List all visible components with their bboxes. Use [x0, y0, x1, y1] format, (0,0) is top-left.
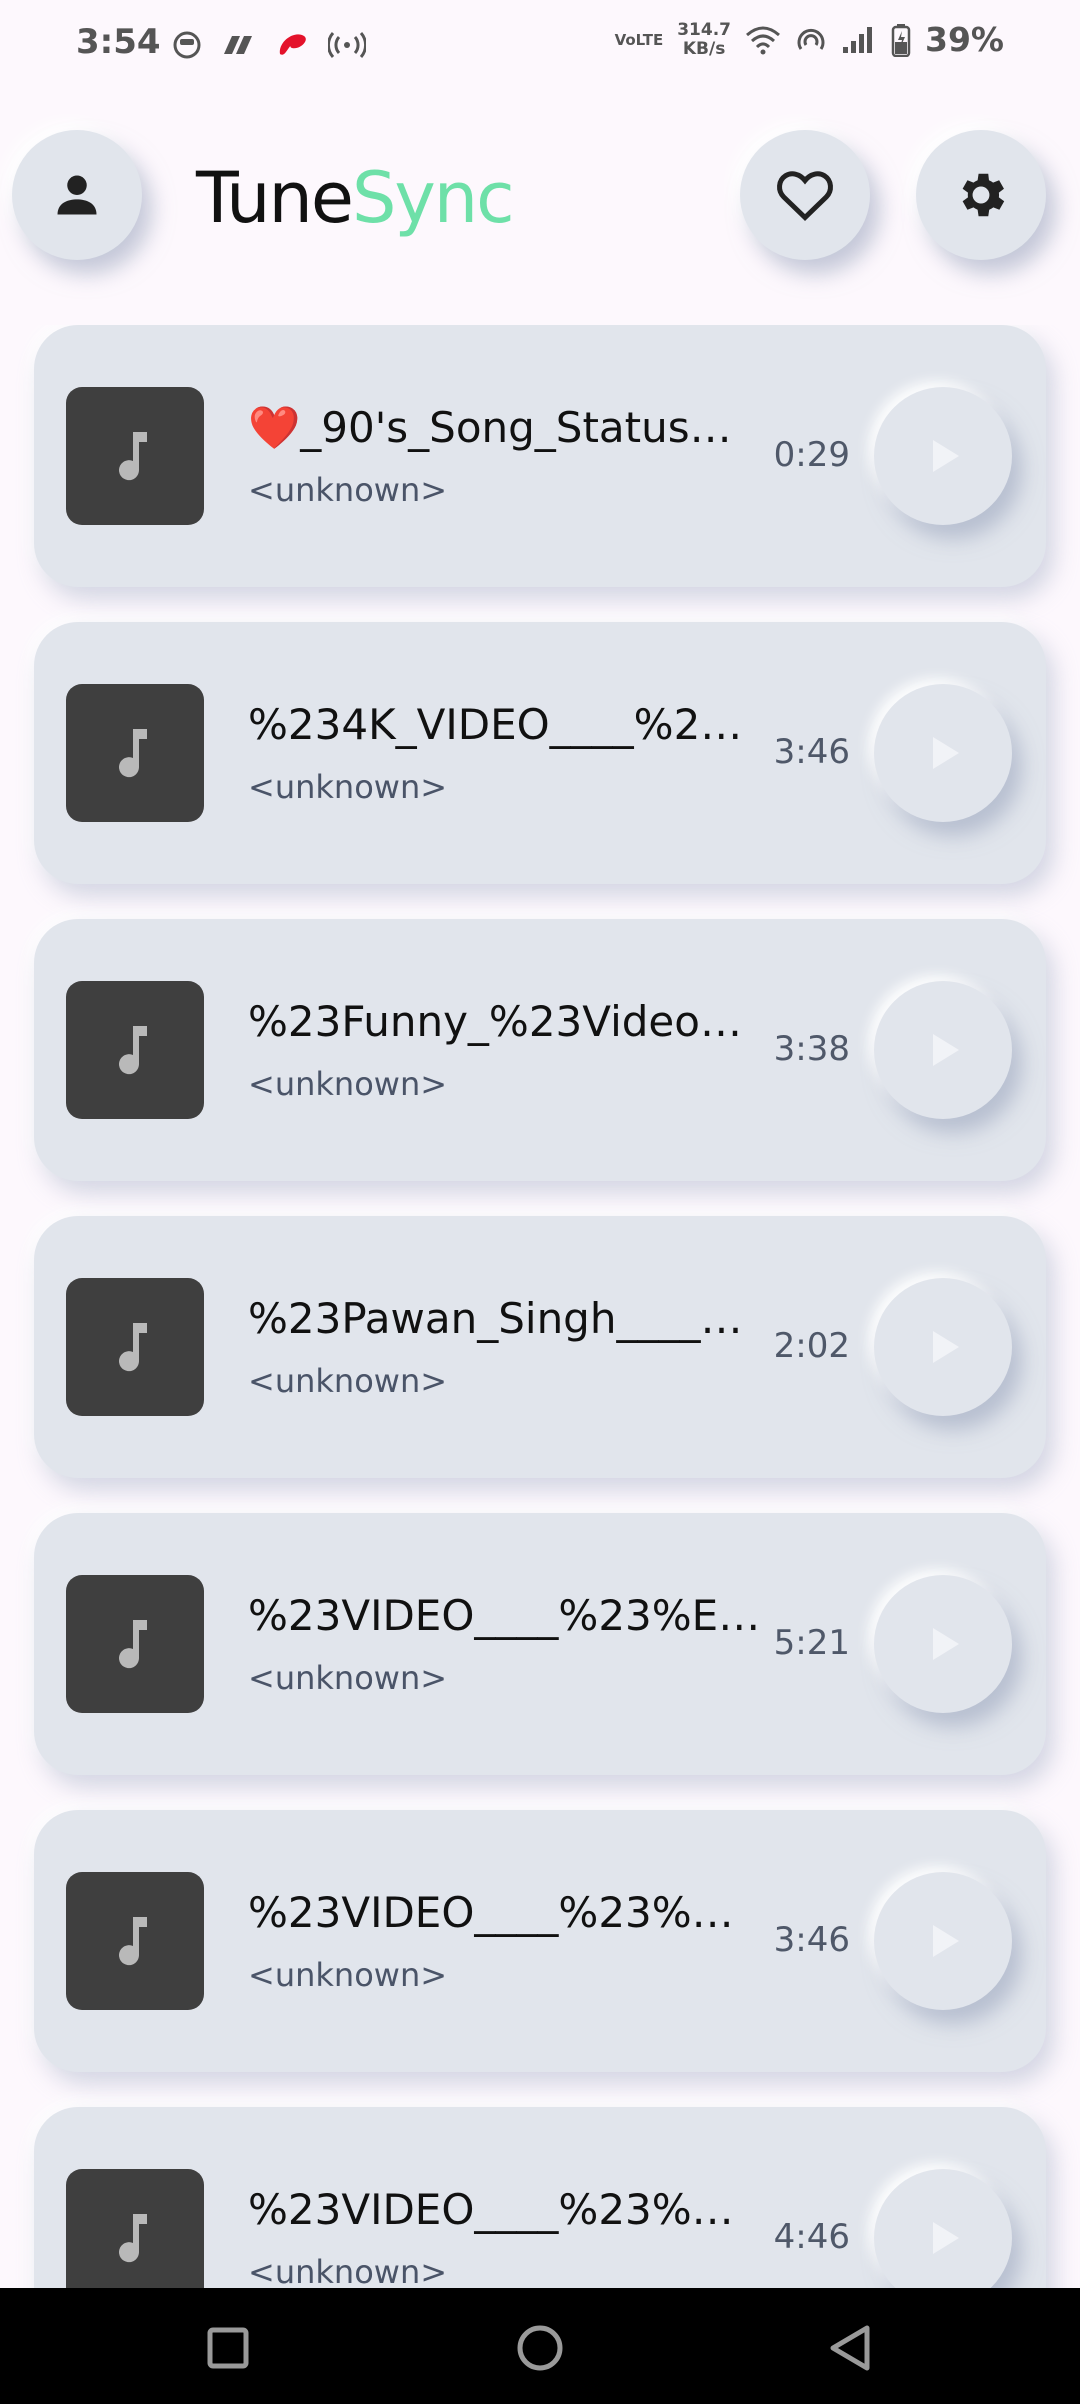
status-bar: 3:54 VoLTE 314.7 KB/s 39% [0, 0, 1080, 90]
song-title: %234K_VIDEO____%2… [248, 700, 743, 749]
song-artist: <unknown> [248, 1065, 448, 1103]
app-title: TuneSync [196, 157, 515, 239]
song-artist: <unknown> [248, 1956, 448, 1994]
song-artist: <unknown> [248, 1659, 448, 1697]
album-art [66, 1278, 204, 1416]
play-icon [933, 737, 959, 769]
music-note-icon [119, 1620, 147, 1669]
music-note-icon [119, 1323, 147, 1372]
music-note-icon [119, 1917, 147, 1966]
album-art [66, 981, 204, 1119]
play-icon [933, 1034, 959, 1066]
battery-percentage: 39% [925, 20, 1004, 59]
settings-button[interactable] [916, 130, 1046, 260]
play-button[interactable] [874, 981, 1012, 1119]
song-duration: 3:46 [773, 732, 850, 772]
play-button[interactable] [874, 1575, 1012, 1713]
recents-button[interactable] [198, 2318, 258, 2378]
song-duration: 3:38 [773, 1029, 850, 1069]
play-icon [933, 1331, 959, 1363]
song-artist: <unknown> [248, 768, 448, 806]
play-icon [933, 1628, 959, 1660]
net-speed-value: 314.7 [677, 19, 731, 40]
song-list[interactable]: ❤️_90's_Song_Status… <unknown> 0:29 %234… [0, 325, 1080, 2289]
song-artist: <unknown> [248, 2253, 448, 2289]
song-artist: <unknown> [248, 471, 448, 509]
play-button[interactable] [874, 1278, 1012, 1416]
net-speed-unit: KB/s [682, 38, 726, 59]
net-speed: 314.7 KB/s [677, 19, 731, 59]
song-card[interactable]: ❤️_90's_Song_Status… <unknown> 0:29 [34, 325, 1046, 587]
play-button[interactable] [874, 684, 1012, 822]
album-art [66, 1872, 204, 2010]
status-right: VoLTE 314.7 KB/s 39% [615, 20, 1004, 59]
music-note-icon [119, 1026, 147, 1075]
song-card[interactable]: %23VIDEO____%23%… <unknown> 4:46 [34, 2107, 1046, 2289]
favorites-button[interactable] [740, 130, 870, 260]
heart-icon [777, 171, 833, 221]
song-card[interactable]: %234K_VIDEO____%2… <unknown> 3:46 [34, 622, 1046, 884]
back-icon [830, 2325, 870, 2371]
song-artist: <unknown> [248, 1362, 448, 1400]
play-button[interactable] [874, 1872, 1012, 2010]
album-art [66, 2169, 204, 2289]
app-title-part2: Sync [351, 157, 515, 239]
song-title: %23VIDEO____%23%… [248, 1888, 734, 1937]
data-saver-icon [797, 28, 825, 50]
song-title: %23Pawan_Singh____… [248, 1294, 743, 1343]
music-note-icon [119, 432, 147, 481]
app-title-part1: Tune [196, 157, 354, 239]
face-icon [173, 31, 201, 59]
song-duration: 4:46 [773, 2217, 850, 2257]
home-button[interactable] [510, 2318, 570, 2378]
home-icon [517, 2325, 563, 2371]
gear-icon [962, 173, 1005, 217]
song-duration: 5:21 [773, 1623, 850, 1663]
song-title: ❤️_90's_Song_Status… [248, 403, 732, 452]
profile-button[interactable] [12, 130, 142, 260]
status-time: 3:54 [76, 22, 161, 62]
song-card[interactable]: %23Funny_%23Video… <unknown> 3:38 [34, 919, 1046, 1181]
play-icon [933, 1925, 959, 1957]
play-button[interactable] [874, 387, 1012, 525]
wifi-icon [746, 26, 780, 54]
song-title: %23VIDEO____%23%E… [248, 1591, 761, 1640]
play-icon [933, 440, 959, 472]
song-card[interactable]: %23VIDEO____%23%… <unknown> 3:46 [34, 1810, 1046, 2072]
network-type-label: VoLTE [614, 30, 664, 49]
music-note-icon [119, 2214, 147, 2263]
airtel-icon [279, 34, 306, 55]
song-title: %23Funny_%23Video… [248, 997, 742, 1046]
app-header: TuneSync [0, 120, 1080, 280]
song-card[interactable]: %23Pawan_Singh____… <unknown> 2:02 [34, 1216, 1046, 1478]
album-art [66, 684, 204, 822]
album-art [66, 387, 204, 525]
song-duration: 0:29 [773, 435, 850, 475]
play-icon [933, 2222, 959, 2254]
volte-indicator: VoLTE [615, 32, 664, 48]
music-note-icon [119, 729, 147, 778]
song-card[interactable]: %23VIDEO____%23%E… <unknown> 5:21 [34, 1513, 1046, 1775]
song-duration: 2:02 [773, 1326, 850, 1366]
system-nav-bar [0, 2288, 1080, 2404]
battery-icon [891, 23, 911, 57]
hotspot-icon [328, 32, 366, 58]
play-button[interactable] [874, 2169, 1012, 2289]
recents-icon [207, 2327, 249, 2369]
song-title: %23VIDEO____%23%… [248, 2185, 734, 2234]
album-art [66, 1575, 204, 1713]
notification-icons [172, 28, 366, 62]
app-logo-icon [224, 36, 252, 54]
song-duration: 3:46 [773, 1920, 850, 1960]
signal-icon [843, 26, 872, 53]
back-button[interactable] [820, 2318, 880, 2378]
person-icon [57, 175, 97, 215]
